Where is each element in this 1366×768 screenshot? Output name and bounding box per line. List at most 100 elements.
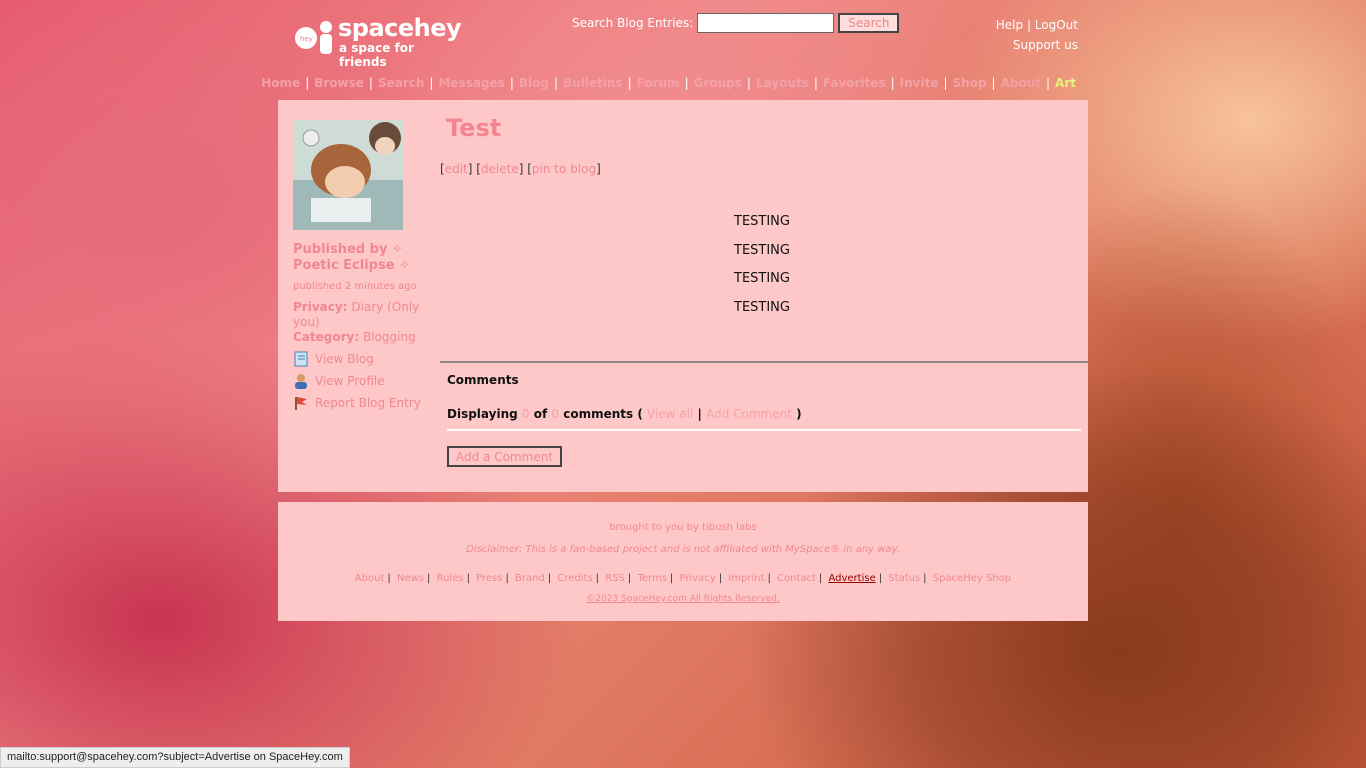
site-footer: brought to you by tibush labs Disclaimer…: [278, 502, 1088, 621]
footer-separator: |: [595, 573, 600, 584]
published-time: published 2 minutes ago: [293, 281, 417, 292]
nav-separator: |: [813, 76, 818, 90]
report-blog-link[interactable]: Report Blog Entry: [293, 395, 433, 411]
footer-disclaimer: Disclaimer: This is a fan-based project …: [466, 544, 900, 555]
author-avatar[interactable]: [293, 120, 403, 230]
nav-messages[interactable]: Messages: [438, 76, 504, 90]
footer-separator: |: [669, 573, 674, 584]
footer-separator: |: [923, 573, 927, 584]
user-icon: [295, 374, 307, 389]
footer-link-status[interactable]: Status: [888, 573, 920, 584]
post-sidebar: Published by ✧ Poetic Eclipse ✧ publishe…: [293, 242, 433, 411]
spacehey-logo-icon: hey: [295, 21, 332, 54]
nav-separator: |: [305, 76, 310, 90]
pin-to-blog-link[interactable]: pin to blog: [532, 162, 596, 176]
view-all-comments-link[interactable]: View all: [647, 407, 693, 421]
report-blog-label: Report Blog Entry: [315, 396, 421, 410]
nav-search[interactable]: Search: [378, 76, 424, 90]
comments-divider: [447, 429, 1081, 431]
footer-separator: |: [718, 573, 723, 584]
blog-search: Search Blog Entries: Search: [572, 13, 900, 33]
footer-link-imprint[interactable]: Imprint: [728, 573, 764, 584]
footer-link-credits[interactable]: Credits: [557, 573, 592, 584]
footer-separator: |: [466, 573, 470, 584]
comments-shown-count: 0: [521, 407, 530, 421]
add-a-comment-button[interactable]: Add a Comment: [447, 446, 563, 467]
footer-separator: |: [878, 573, 883, 584]
comments-total-count: 0: [551, 407, 560, 421]
nav-shop[interactable]: Shop: [953, 76, 987, 90]
nav-art[interactable]: Art: [1055, 76, 1076, 90]
search-button[interactable]: Search: [838, 13, 900, 33]
bracket: ] [: [467, 162, 481, 176]
nav-favorites[interactable]: Favorites: [823, 76, 886, 90]
post-body-line: TESTING: [734, 271, 790, 286]
nav-home[interactable]: Home: [261, 76, 300, 90]
nav-bulletins[interactable]: Bulletins: [563, 76, 623, 90]
footer-link-rss[interactable]: RSS: [605, 573, 625, 584]
nav-layouts[interactable]: Layouts: [756, 76, 809, 90]
nav-invite[interactable]: Invite: [900, 76, 939, 90]
support-link[interactable]: Support us: [1013, 38, 1078, 52]
privacy-info: Privacy: Diary (Only you): [293, 300, 433, 330]
nav-blog[interactable]: Blog: [519, 76, 549, 90]
privacy-label: Privacy:: [293, 300, 348, 314]
logo-tagline: a space for friends: [339, 41, 414, 69]
nav-separator: |: [890, 76, 895, 90]
footer-separator: |: [387, 573, 391, 584]
svg-text:hey: hey: [300, 35, 313, 43]
logout-link[interactable]: LogOut: [1035, 18, 1078, 32]
bracket: ]: [596, 162, 601, 176]
category-value[interactable]: Blogging: [363, 330, 416, 344]
nav-separator: |: [746, 76, 751, 90]
bracket: ] [: [518, 162, 532, 176]
search-input[interactable]: [697, 13, 835, 33]
nav-separator: |: [943, 76, 948, 90]
nav-about[interactable]: About: [1001, 76, 1041, 90]
avatar-image: [293, 120, 403, 230]
flag-icon: [295, 397, 307, 410]
nav-forum[interactable]: Forum: [637, 76, 680, 90]
nav-separator: |: [368, 76, 373, 90]
category-label: Category:: [293, 330, 360, 344]
footer-link-contact[interactable]: Contact: [777, 573, 816, 584]
view-blog-link[interactable]: View Blog: [293, 351, 433, 367]
footer-link-about[interactable]: About: [355, 573, 385, 584]
logo-wordmark: spacehey: [338, 14, 462, 42]
footer-separator: |: [427, 573, 431, 584]
search-label: Search Blog Entries:: [572, 16, 694, 30]
footer-copyright[interactable]: ©2023 SpaceHey.com All Rights Reserved.: [278, 594, 1088, 604]
category-info: Category: Blogging: [293, 330, 433, 345]
footer-link-privacy[interactable]: Privacy: [679, 573, 715, 584]
edit-link[interactable]: edit: [445, 162, 468, 176]
of-label: of: [533, 407, 548, 421]
nav-separator: |: [1046, 76, 1051, 90]
footer-link-press[interactable]: Press: [476, 573, 502, 584]
post-body: TESTING TESTING TESTING TESTING: [734, 208, 790, 322]
footer-link-brand[interactable]: Brand: [515, 573, 545, 584]
footer-link-shop[interactable]: SpaceHey Shop: [933, 573, 1011, 584]
help-link[interactable]: Help: [996, 18, 1023, 32]
delete-link[interactable]: delete: [481, 162, 519, 176]
view-blog-label: View Blog: [315, 352, 374, 366]
displaying-label: Displaying: [447, 407, 518, 421]
spacehey-logo[interactable]: hey spacehey a space for friends: [294, 14, 464, 69]
main-nav: Home | Browse | Search | Messages | Blog | Bu…: [261, 76, 1076, 90]
comments-section: Comments Displaying 0 of 0 comments ( Vi…: [440, 361, 1088, 467]
footer-separator: |: [547, 573, 552, 584]
nav-groups[interactable]: Groups: [694, 76, 742, 90]
footer-link-advertise[interactable]: Advertise: [828, 573, 875, 584]
published-by[interactable]: Published by ✧ Poetic Eclipse ✧: [293, 242, 433, 274]
post-actions: [edit] [delete] [pin to blog]: [440, 162, 601, 176]
footer-link-rules[interactable]: Rules: [437, 573, 464, 584]
footer-link-news[interactable]: News: [397, 573, 424, 584]
add-comment-link[interactable]: Add Comment: [706, 407, 792, 421]
view-profile-link[interactable]: View Profile: [293, 373, 433, 389]
nav-separator: |: [509, 76, 514, 90]
top-links-separator: |: [1026, 18, 1035, 32]
nav-browse[interactable]: Browse: [314, 76, 364, 90]
close-paren: ): [796, 407, 802, 421]
footer-link-terms[interactable]: Terms: [637, 573, 666, 584]
comments-count: Displaying 0 of 0 comments ( View all | …: [447, 407, 802, 421]
footer-credit[interactable]: brought to you by tibush labs: [278, 522, 1088, 533]
